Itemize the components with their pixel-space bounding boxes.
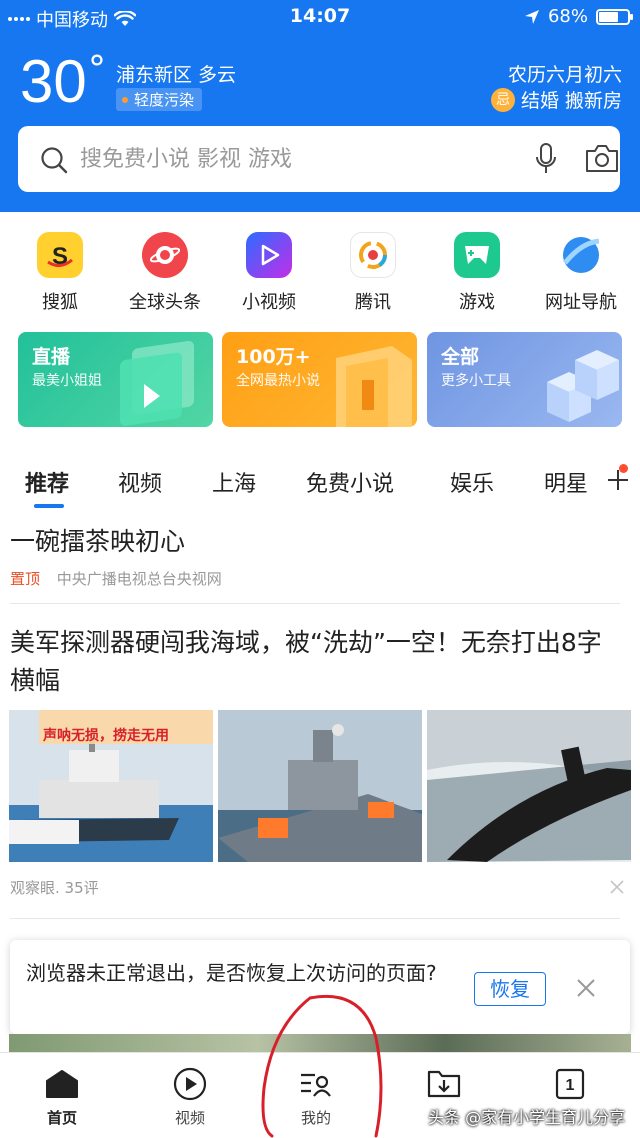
shortcut-label: 游戏 [459, 292, 495, 313]
tab-free-novels[interactable]: 免费小说 [306, 466, 394, 498]
video-play-icon [173, 1067, 207, 1101]
news-source: 中央广播电视总台央视网 [56, 570, 222, 588]
air-quality-label: 轻度污染 [134, 91, 195, 109]
news-image-row[interactable]: 声呐无损，捞走无用 [9, 710, 631, 862]
image-caption: 声呐无损，捞走无用 [42, 727, 169, 744]
close-icon[interactable] [576, 978, 596, 998]
tab-count: 1 [566, 1077, 575, 1094]
degree-symbol: ° [88, 49, 106, 90]
global-headlines-icon [142, 232, 188, 278]
news-image-ship[interactable]: 声呐无损，捞走无用 [9, 710, 213, 862]
almanac-text: 结婚 搬新房 [520, 90, 622, 112]
shortcut-sohu[interactable]: S 搜狐 [8, 232, 112, 314]
microphone-icon[interactable] [534, 142, 558, 176]
shortcut-label: 搜狐 [42, 292, 78, 313]
pinned-tag: 置顶 [10, 570, 41, 588]
hand-drawn-circle-annotation [261, 994, 383, 1138]
news-image-submarine[interactable] [427, 710, 631, 862]
tab-video[interactable]: 视频 [118, 466, 162, 498]
nav-label: 视频 [174, 1109, 205, 1127]
battery-icon [596, 8, 633, 25]
camera-icon[interactable] [584, 144, 620, 174]
lunar-date[interactable]: 农历六月初六 [508, 60, 622, 87]
notification-dot [619, 464, 628, 473]
home-icon [46, 1070, 78, 1098]
battery-level [599, 11, 618, 22]
shortcut-label: 网址导航 [545, 292, 617, 313]
shortcut-web-nav[interactable]: 网址导航 [529, 232, 633, 314]
weather-location[interactable]: 浦东新区 多云 [116, 60, 236, 87]
nav-downloads[interactable] [404, 1067, 484, 1101]
card-subtitle: 全网最热小说 [236, 373, 320, 389]
search-icon [41, 147, 68, 174]
category-tabs: 推荐 视频 上海 免费小说 娱乐 明星 [0, 460, 640, 510]
shortcut-label: 小视频 [242, 292, 296, 313]
tab-entertainment[interactable]: 娱乐 [450, 466, 494, 498]
tab-recommend[interactable]: 推荐 [25, 466, 69, 498]
card-subtitle: 最美小姐姐 [32, 373, 102, 389]
search-bar[interactable] [18, 126, 620, 192]
tab-shanghai[interactable]: 上海 [212, 466, 256, 498]
shortcut-game[interactable]: 游戏 [425, 232, 529, 314]
live-card[interactable]: 直播 最美小姐姐 [18, 332, 213, 427]
news-title[interactable]: 一碗擂茶映初心 [10, 522, 185, 558]
sohu-icon: S [37, 232, 83, 278]
tab-celebrity[interactable]: 明星 [544, 466, 602, 498]
shortcut-global-headlines[interactable]: 全球头条 [113, 232, 217, 314]
divider [10, 603, 620, 604]
active-tab-indicator [34, 504, 64, 508]
news-title[interactable]: 美军探测器硬闯我海域，被“洗劫”一空！无奈打出8字横幅 [10, 624, 620, 700]
web-nav-icon [558, 232, 604, 278]
shortcut-label: 腾讯 [355, 292, 391, 313]
nav-home[interactable]: 首页 [22, 1067, 102, 1128]
shortcut-grid: S 搜狐 全球头条 小视频 腾讯 游戏 网址导航 [0, 232, 640, 322]
game-icon [454, 232, 500, 278]
news-meta: 置顶 中央广播电视总台央视网 [10, 568, 222, 589]
air-quality-dot-icon [122, 96, 128, 103]
news-meta: 观察眼. 35评 [10, 879, 99, 897]
air-quality-badge[interactable]: 轻度污染 [116, 88, 203, 111]
nav-label: 首页 [46, 1109, 77, 1127]
promo-cards: 直播 最美小姐姐 100万+ 全网最热小说 全部 更多小工具 [18, 332, 622, 428]
short-video-icon [246, 232, 292, 278]
news-image-deck[interactable] [218, 710, 422, 862]
divider [10, 918, 620, 919]
tools-card[interactable]: 全部 更多小工具 [427, 332, 622, 427]
temperature: 30 [20, 48, 87, 115]
shortcut-label: 全球头条 [129, 292, 201, 313]
dismiss-news-icon[interactable] [610, 880, 624, 894]
card-title: 直播 [32, 346, 71, 368]
tabs-count-icon: 1 [555, 1068, 585, 1100]
shortcut-tencent[interactable]: 腾讯 [321, 232, 425, 314]
download-icon [427, 1070, 461, 1098]
book-icon [336, 346, 412, 427]
battery-label: 68% [547, 6, 588, 27]
card-title: 100万+ [236, 346, 311, 368]
nav-tabs[interactable]: 1 [530, 1067, 610, 1101]
live-play-icon [120, 340, 194, 426]
header: 中国移动 14:07 68% 30 ° 浦东新区 多云 轻度污染 农历六月初六 … [0, 0, 640, 212]
location-arrow-icon [524, 9, 539, 24]
search-input[interactable] [80, 126, 500, 192]
card-subtitle: 更多小工具 [441, 373, 511, 389]
tencent-news-icon [350, 232, 396, 278]
cubes-icon [547, 350, 619, 422]
nav-video[interactable]: 视频 [150, 1067, 230, 1128]
almanac-badge: 忌 [490, 87, 515, 112]
novel-card[interactable]: 100万+ 全网最热小说 [222, 332, 417, 427]
shortcut-short-video[interactable]: 小视频 [217, 232, 321, 314]
card-title: 全部 [441, 346, 480, 368]
restore-button[interactable]: 恢复 [474, 972, 546, 1006]
status-bar: 中国移动 14:07 68% [0, 0, 640, 34]
watermark: 头条 @家有小学生育儿分享 [428, 1108, 626, 1127]
restore-message: 浏览器未正常退出，是否恢复上次访问的页面? [26, 961, 437, 985]
almanac[interactable]: 忌 结婚 搬新房 [490, 86, 622, 113]
